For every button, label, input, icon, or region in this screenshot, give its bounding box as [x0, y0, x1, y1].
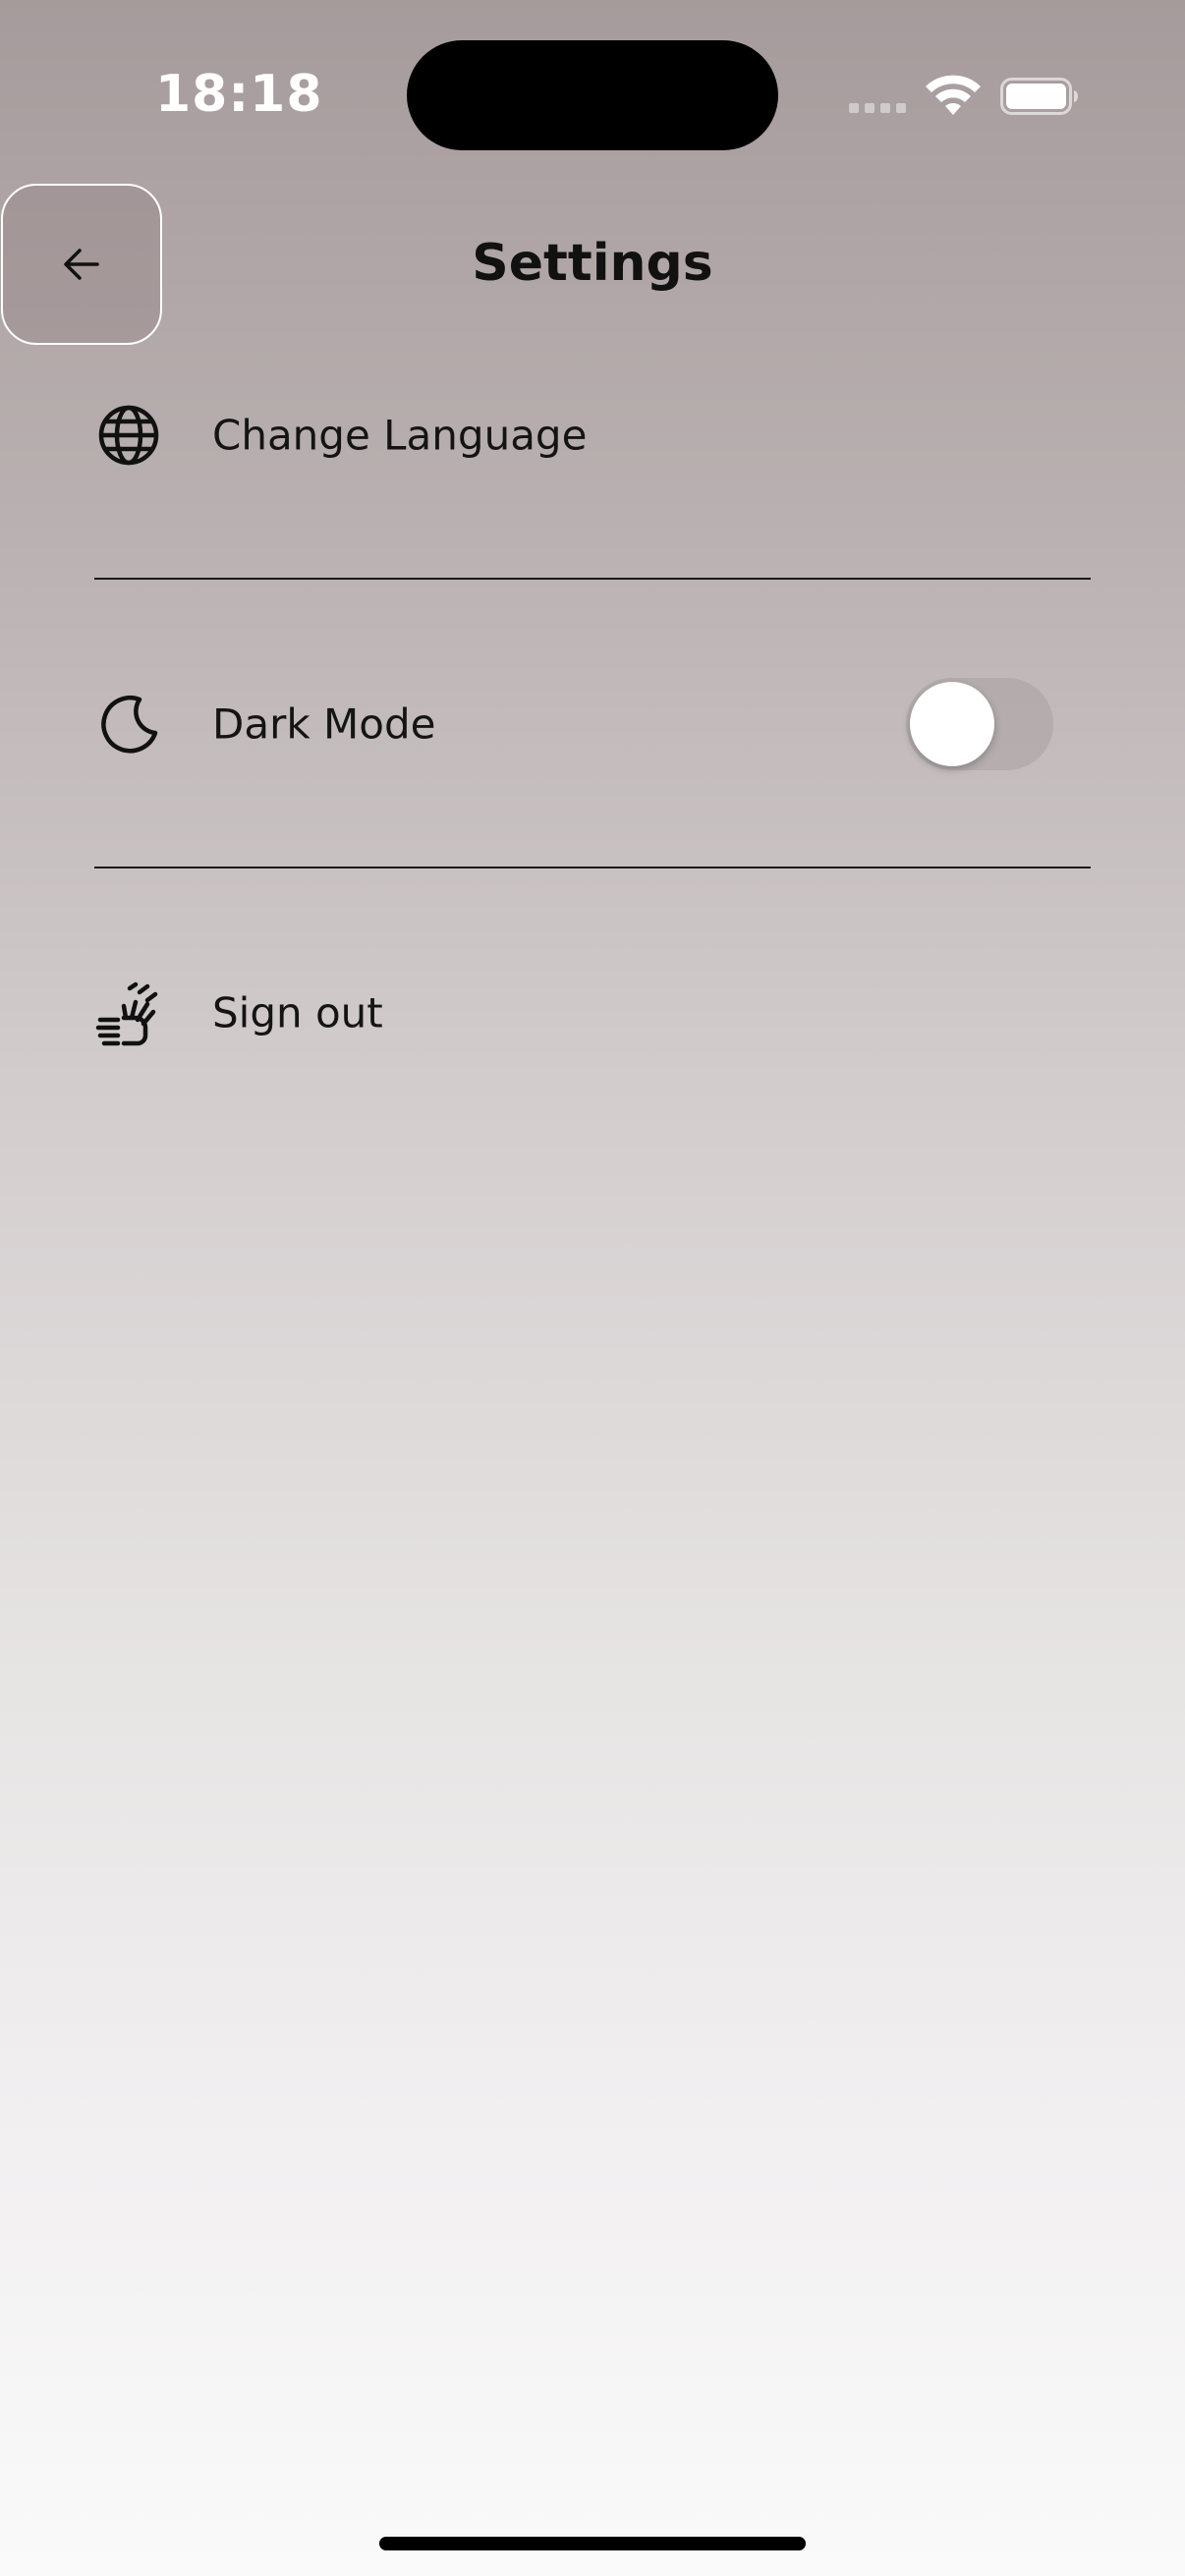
divider — [94, 867, 1091, 868]
change-language-label: Change Language — [212, 411, 588, 460]
sign-out-label: Sign out — [212, 988, 383, 1037]
moon-icon — [101, 696, 158, 754]
dynamic-island — [407, 40, 778, 150]
home-indicator[interactable] — [379, 2537, 806, 2550]
wifi-icon — [926, 75, 981, 115]
page-title: Settings — [472, 234, 713, 293]
globe-icon — [98, 405, 159, 466]
settings-screen: 18:18 Settings Change Language Dark Mode… — [0, 0, 1185, 2576]
settings-item-dark-mode[interactable]: Dark Mode — [94, 665, 1091, 783]
waving-hand-icon — [95, 981, 158, 1046]
cellular-signal-icon — [849, 103, 906, 115]
divider — [94, 578, 1091, 580]
toggle-knob — [910, 682, 994, 766]
settings-item-sign-out[interactable]: Sign out — [94, 954, 1091, 1072]
dark-mode-label: Dark Mode — [212, 700, 436, 749]
settings-item-change-language[interactable]: Change Language — [94, 376, 1091, 494]
status-time: 18:18 — [155, 65, 323, 124]
battery-icon — [1000, 78, 1078, 115]
dark-mode-toggle[interactable] — [906, 678, 1053, 770]
